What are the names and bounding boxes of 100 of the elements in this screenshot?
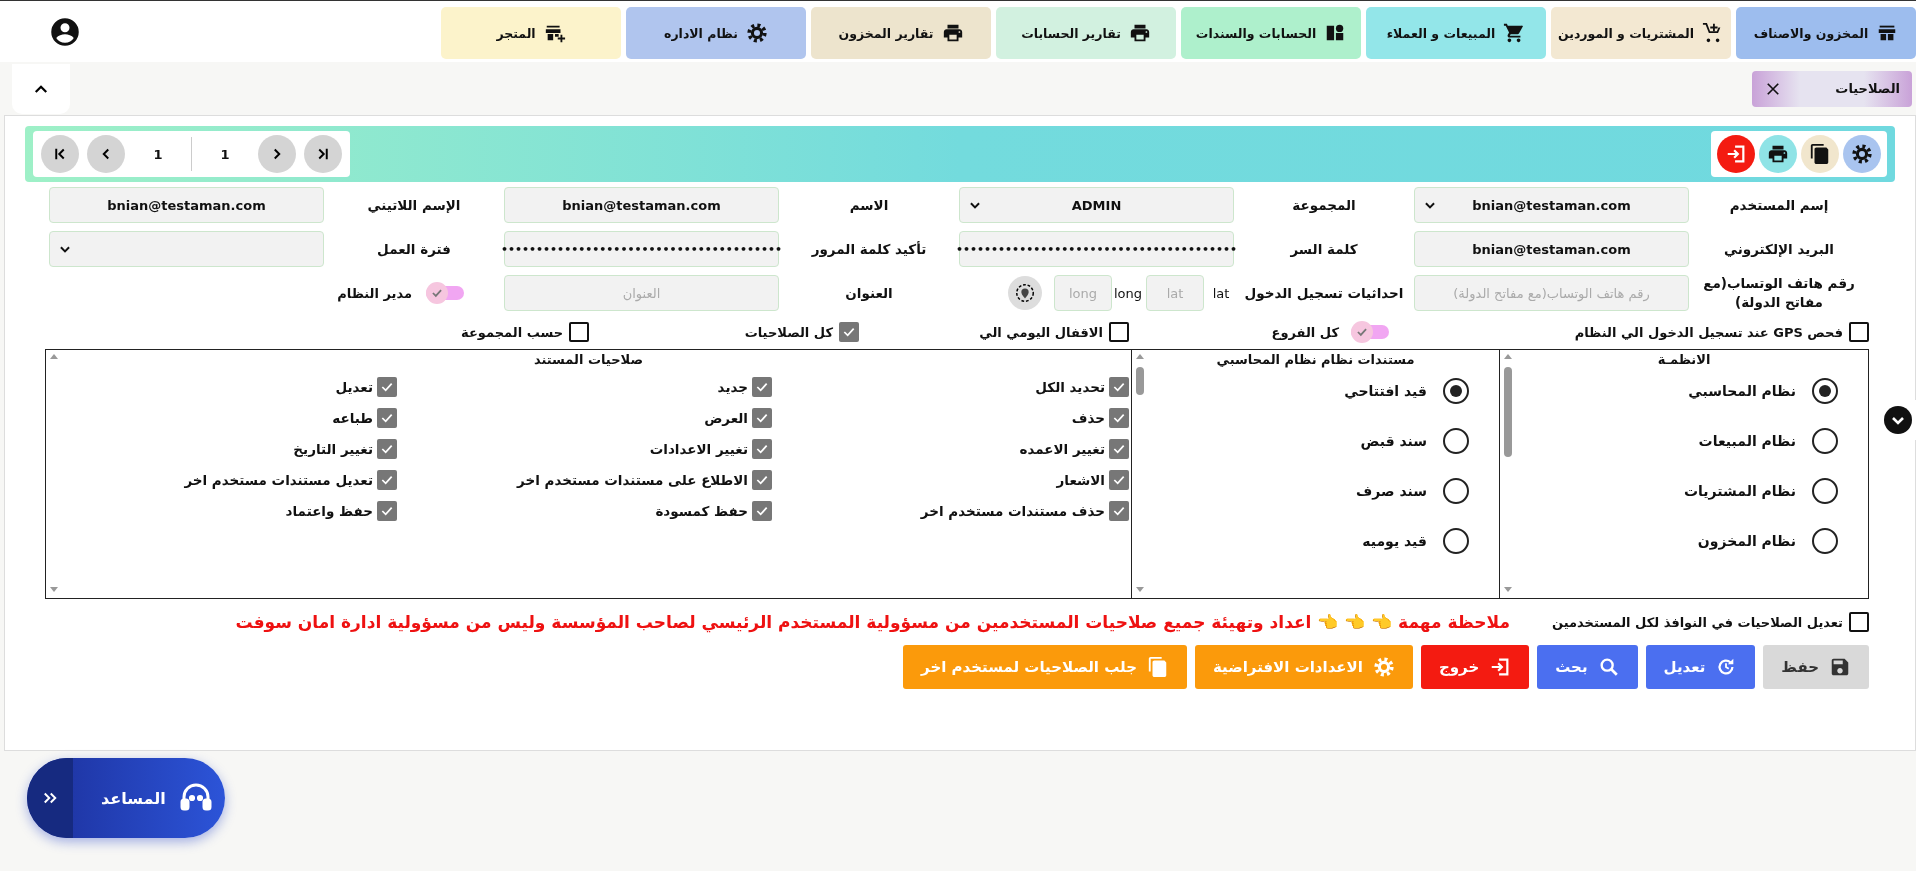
next-page-button[interactable] <box>258 135 296 173</box>
permission-label: حفظ كمسودة <box>655 503 748 519</box>
checkbox[interactable] <box>752 377 772 397</box>
checkbox[interactable] <box>839 322 859 342</box>
permission-label: تغيير الاعمده <box>1019 441 1105 457</box>
select-field[interactable]: ADMIN <box>959 187 1234 223</box>
nav-tab[interactable]: المتجر <box>441 7 621 59</box>
permission-label: طباعه <box>332 410 373 426</box>
first-page-button[interactable] <box>41 135 79 173</box>
permission-label: تعديل مستندات مستخدم اخر <box>184 472 373 488</box>
checkbox[interactable] <box>377 470 397 490</box>
previous-page-button[interactable] <box>87 135 125 173</box>
checkbox[interactable] <box>1109 322 1129 342</box>
nav-tab[interactable]: المبيعات و العملاء <box>1366 7 1546 59</box>
radio-button[interactable] <box>1812 428 1838 454</box>
nav-tab[interactable]: الحسابات والسندات <box>1181 7 1361 59</box>
radio-label: نظام المحاسبي <box>1688 383 1796 399</box>
open-tab[interactable]: الصلاحيات <box>1752 70 1912 107</box>
radio-label: نظام المشتريات <box>1684 483 1796 499</box>
radio-button[interactable] <box>1443 478 1469 504</box>
field-label: إسم المستخدم <box>1728 195 1830 216</box>
nav-tab[interactable]: تقارير الحسابات <box>996 7 1176 59</box>
checkbox[interactable] <box>1109 408 1129 428</box>
scroll-down-button[interactable] <box>1884 406 1912 434</box>
radio-label: سند صرف <box>1356 483 1427 499</box>
coordinate-label: long <box>1116 285 1142 301</box>
text-field[interactable]: bnian@testaman.com <box>1414 231 1689 267</box>
user-account-icon[interactable] <box>50 16 80 47</box>
panel-title: صلاحيات المستند <box>533 351 644 369</box>
nav-tab[interactable]: نظام الاداره <box>626 7 806 59</box>
permission-label: تغيير الاعدادات <box>649 441 748 457</box>
settings-icon <box>1851 143 1873 165</box>
field-label: تأكيد كلمة المرور <box>810 239 928 259</box>
nav-tab[interactable]: تقارير المخزون <box>811 7 991 59</box>
page-number: 1 <box>152 146 164 162</box>
field-label: رقم هاتف الوتساب(مع مفاتح الدولة) <box>1702 275 1856 311</box>
checkbox[interactable] <box>1849 322 1869 342</box>
cart-icon <box>1503 22 1526 44</box>
exit-icon <box>1725 143 1747 165</box>
field-label: الإسم اللاتيني <box>366 195 462 215</box>
printer-icon <box>941 22 964 44</box>
checkbox[interactable] <box>752 470 772 490</box>
checkbox[interactable] <box>1109 470 1129 490</box>
option-label: حسب المجموعة <box>461 324 563 340</box>
permission-label: حذف <box>1071 410 1105 426</box>
toolbar-button[interactable] <box>1759 135 1797 173</box>
field-label: كلمة السر <box>1289 239 1359 259</box>
radio-button[interactable] <box>1812 528 1838 554</box>
copy-icon <box>1809 143 1831 165</box>
settings-icon <box>746 22 768 44</box>
option-label: كل الفروع <box>1271 324 1339 340</box>
location-button[interactable] <box>1008 276 1042 310</box>
checkbox[interactable] <box>377 408 397 428</box>
checkbox[interactable] <box>569 322 589 342</box>
permission-label: تحديد الكل <box>1035 379 1105 395</box>
action-button[interactable]: تعديل <box>1645 645 1756 689</box>
last-page-button[interactable] <box>304 135 342 173</box>
field-label: المجموعة <box>1291 195 1357 215</box>
page-count: 1 <box>219 146 231 162</box>
radio-label: قيد يوميه <box>1362 533 1427 549</box>
checkbox[interactable] <box>1849 612 1869 632</box>
nav-tab[interactable]: المخزون والاصناف <box>1736 7 1916 59</box>
checkbox[interactable] <box>377 439 397 459</box>
checkbox[interactable] <box>1109 501 1129 521</box>
select-field[interactable]: bnian@testaman.com <box>1414 187 1689 223</box>
printer-icon <box>1767 143 1789 165</box>
nav-tab[interactable]: المشتريات و الموردين <box>1551 7 1731 59</box>
permission-label: العرض <box>704 410 748 426</box>
checkbox[interactable] <box>377 377 397 397</box>
permission-label: حذف مستندات مستخدم اخر <box>920 503 1105 519</box>
assistant-button[interactable]: المساعد <box>27 758 225 838</box>
radio-button[interactable] <box>1443 528 1469 554</box>
password-field[interactable]: •••••••••••••••••••••••••••••••••••••••• <box>504 231 779 267</box>
checkbox[interactable] <box>377 501 397 521</box>
checkbox[interactable] <box>752 501 772 521</box>
panel-title: الانظمـة <box>1656 351 1712 369</box>
action-button[interactable]: بحث <box>1537 645 1638 689</box>
warning-note: ملاحظة مهمة 👈 👈 👈 اعداد وتهيئة جميع صلاحيات المستخدمين من مسؤولية المستخدم الرئيسي لصاحب المؤسسة وليس من مسؤولية ادارة امان سوفت <box>235 612 1510 632</box>
checkbox[interactable] <box>1109 377 1129 397</box>
checkbox[interactable] <box>752 408 772 428</box>
toggle-label: مدير النظام <box>337 285 412 301</box>
radio-button[interactable] <box>1812 378 1838 404</box>
panel-title: مستندات نظام نظام المحاسبي <box>1215 351 1416 370</box>
text-field[interactable]: bnian@testaman.com <box>49 187 324 223</box>
password-field[interactable]: •••••••••••••••••••••••••••••••••••••••• <box>959 231 1234 267</box>
select-field[interactable] <box>49 231 324 267</box>
option-label: فحص GPS عند تسجيل الدخول الي النظام <box>1574 324 1843 340</box>
radio-button[interactable] <box>1443 428 1469 454</box>
field-label: العنوان <box>844 283 894 303</box>
radio-button[interactable] <box>1443 378 1469 404</box>
text-field[interactable]: bnian@testaman.com <box>504 187 779 223</box>
field-label: الاسم <box>848 195 890 215</box>
action-button[interactable]: خروج <box>1420 645 1530 689</box>
radio-button[interactable] <box>1812 478 1838 504</box>
radio-label: نظام المبيعات <box>1698 433 1796 449</box>
checkbox[interactable] <box>1109 439 1129 459</box>
toolbar-button[interactable] <box>1843 135 1881 173</box>
checkbox[interactable] <box>752 439 772 459</box>
toolbar-button[interactable] <box>1801 135 1839 173</box>
permission-label: جديد <box>717 379 748 395</box>
